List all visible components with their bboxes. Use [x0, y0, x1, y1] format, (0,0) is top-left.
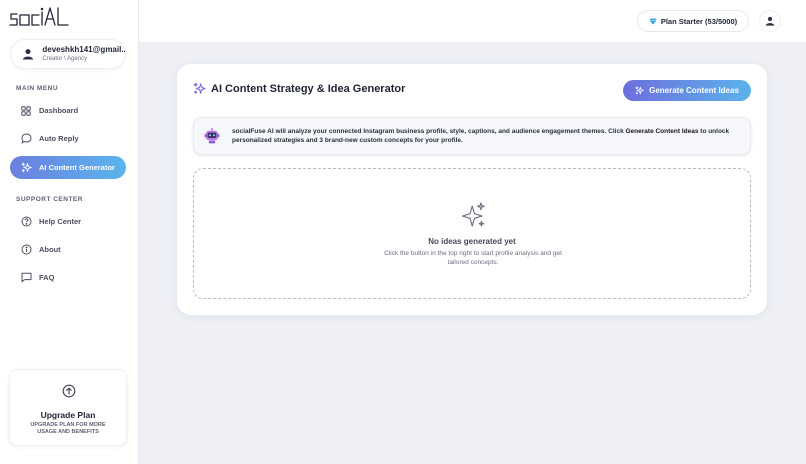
info-text-highlight: Generate Content Ideas: [625, 127, 699, 135]
info-icon: [20, 244, 32, 256]
sidebar-item-label: AI Content Generator: [39, 163, 115, 172]
main-menu-label: MAIN MENU: [16, 85, 59, 92]
info-banner: socialFuse AI will analyze your connecte…: [193, 117, 751, 155]
logo-icon: [9, 7, 69, 26]
sidebar: deveshkh141@gmail... Creator \ Agency MA…: [0, 0, 139, 464]
upgrade-subtitle: UPGRADE PLAN FOR MORE USAGE AND BENEFITS: [30, 422, 106, 436]
sparkles-icon: [459, 201, 487, 229]
plan-label: Plan Starter (53/5000): [660, 16, 738, 26]
sidebar-item-label: Dashboard: [39, 106, 79, 115]
social-logo[interactable]: [8, 6, 70, 28]
upgrade-plan-card[interactable]: Upgrade Plan UPGRADE PLAN FOR MORE USAGE…: [9, 369, 127, 446]
empty-state-title: No ideas generated yet: [428, 237, 516, 246]
sidebar-item-auto-reply[interactable]: Auto Reply: [10, 127, 126, 150]
sidebar-item-faq[interactable]: FAQ: [10, 266, 126, 289]
sidebar-item-label: About: [39, 245, 61, 254]
empty-state-subtitle: Click the button in the top right to sta…: [384, 250, 562, 266]
sidebar-item-ai-content-generator[interactable]: AI Content Generator: [10, 156, 126, 179]
sparkles-icon: [20, 162, 32, 174]
plan-status-button[interactable]: Plan Starter (53/5000): [637, 10, 749, 32]
page-title: AI Content Strategy & Idea Generator: [193, 82, 405, 95]
sparkles-icon: [193, 82, 206, 95]
grid-icon: [20, 105, 32, 117]
generate-content-ideas-button[interactable]: Generate Content Ideas: [623, 80, 751, 101]
sidebar-item-about[interactable]: About: [10, 238, 126, 261]
sidebar-item-label: FAQ: [39, 273, 55, 282]
user-role: Creator \ Agency: [42, 55, 88, 62]
message-icon: [20, 272, 32, 284]
question-icon: [20, 216, 32, 228]
page-title-text: AI Content Strategy & Idea Generator: [211, 82, 406, 95]
generate-button-label: Generate Content Ideas: [649, 86, 739, 95]
support-center-label: SUPPORT CENTER: [16, 196, 83, 203]
sidebar-item-label: Auto Reply: [39, 134, 79, 143]
info-text: socialFuse AI will analyze your connecte…: [232, 127, 750, 146]
user-avatar-icon: [19, 45, 36, 63]
user-email: deveshkh141@gmail...: [42, 45, 125, 54]
user-icon: [765, 16, 775, 26]
info-text-prefix: socialFuse AI will analyze your connecte…: [232, 127, 626, 135]
content-generator-card: AI Content Strategy & Idea Generator Gen…: [177, 64, 767, 315]
user-profile-card[interactable]: deveshkh141@gmail... Creator \ Agency: [10, 39, 126, 69]
sidebar-item-help-center[interactable]: Help Center: [10, 210, 126, 233]
empty-state: No ideas generated yet Click the button …: [193, 168, 751, 299]
sidebar-item-label: Help Center: [39, 217, 82, 226]
diamond-icon: [649, 18, 657, 25]
upgrade-title: Upgrade Plan: [40, 410, 96, 420]
sidebar-item-dashboard[interactable]: Dashboard: [10, 99, 126, 122]
chat-icon: [20, 133, 32, 145]
sparkles-icon: [635, 86, 644, 95]
arrow-up-circle-icon: [62, 384, 76, 398]
account-menu-button[interactable]: [759, 10, 781, 32]
robot-icon: [204, 128, 220, 144]
top-bar: Plan Starter (53/5000): [139, 0, 806, 42]
